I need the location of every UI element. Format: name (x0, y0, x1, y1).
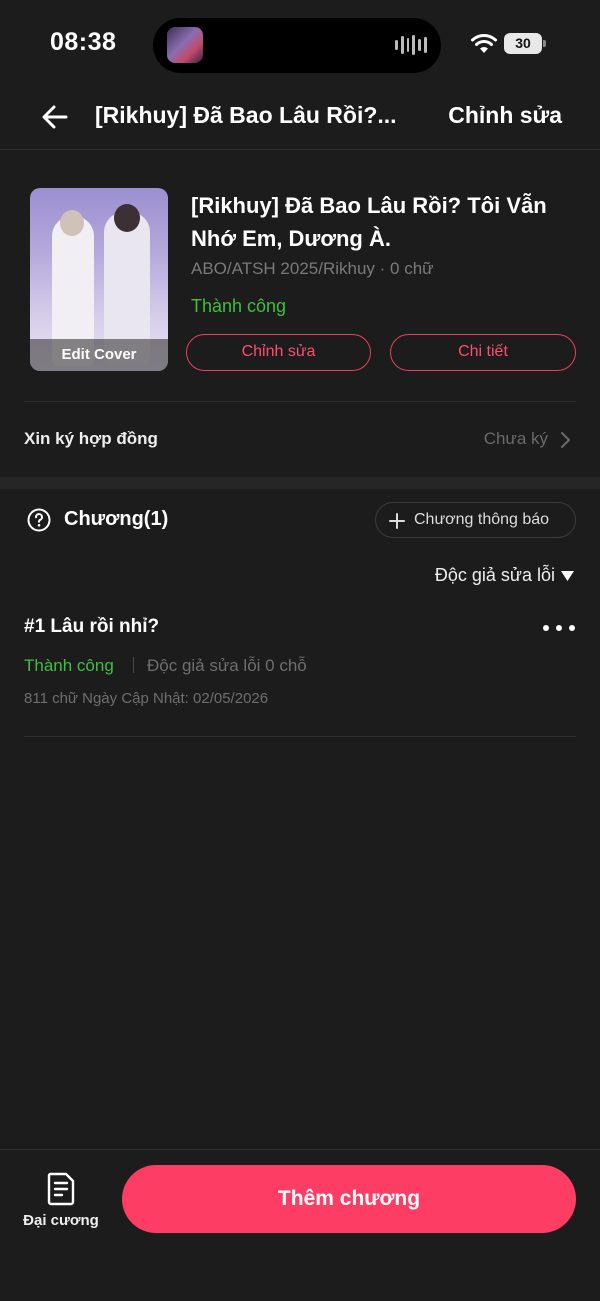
audio-wave-icon (395, 34, 427, 56)
caret-down-icon (561, 570, 574, 581)
battery-icon: 30 (504, 33, 542, 54)
now-playing-thumbnail (167, 27, 203, 63)
edit-nav-button[interactable]: Chỉnh sửa (448, 102, 562, 129)
cover-head-right (114, 204, 140, 232)
divider (24, 736, 576, 737)
section-separator (0, 477, 600, 489)
book-title: [Rikhuy] Đã Bao Lâu Rồi? Tôi Vẫn Nhớ Em,… (191, 193, 547, 251)
bottom-bar: Đại cương Thêm chương (0, 1149, 600, 1301)
contract-status: Chưa ký (483, 429, 548, 448)
more-icon[interactable] (542, 622, 576, 634)
chevron-right-icon (561, 432, 570, 448)
chapter-item[interactable]: #1 Lâu rồi nhỉ? Thành công Độc giả sửa l… (0, 604, 600, 736)
cover-head-left (60, 210, 84, 236)
contract-row[interactable]: Xin ký hợp đồng Chưa ký (0, 403, 600, 475)
back-arrow-icon[interactable] (40, 102, 70, 132)
page-title: [Rikhuy] Đã Bao Lâu Rồi?... (95, 102, 397, 128)
edit-book-button[interactable]: Chỉnh sửa (186, 334, 371, 371)
chapter-error-count: Độc giả sửa lỗi 0 chỗ (147, 656, 307, 675)
edit-cover-label[interactable]: Edit Cover (30, 339, 168, 371)
dynamic-island[interactable] (153, 18, 441, 73)
book-meta: ABO/ATSH 2025/Rikhuy · 0 chữ (191, 259, 434, 278)
chapter-status-separator (133, 657, 134, 673)
status-bar: 08:38 30 (0, 0, 600, 88)
document-icon (47, 1172, 75, 1206)
chapter-title: #1 Lâu rồi nhỉ? (24, 616, 160, 637)
announcement-chapter-label: Chương thông báo (414, 511, 550, 528)
book-status: Thành công (191, 296, 287, 316)
outline-button[interactable]: Đại cương (14, 1170, 108, 1240)
filter-label: Độc giả sửa lỗi (434, 565, 555, 585)
announcement-chapter-button[interactable]: Chương thông báo (375, 502, 576, 538)
reader-corrections-filter[interactable]: Độc giả sửa lỗi (435, 565, 574, 586)
outline-label: Đại cương (23, 1212, 99, 1229)
chapter-update-info: 811 chữ Ngày Cập Nhật: 02/05/2026 (24, 690, 269, 707)
plus-icon (389, 513, 405, 529)
chapter-status: Thành công (24, 656, 114, 675)
wifi-icon (471, 34, 497, 53)
contract-label: Xin ký hợp đồng (24, 429, 158, 448)
book-cover[interactable]: Edit Cover (30, 188, 168, 371)
add-chapter-button[interactable]: Thêm chương (122, 1165, 576, 1233)
nav-bar: [Rikhuy] Đã Bao Lâu Rồi?... Chỉnh sửa (0, 88, 600, 150)
status-time: 08:38 (50, 28, 117, 56)
help-icon[interactable] (27, 508, 51, 532)
book-detail-button[interactable]: Chi tiết (390, 334, 576, 371)
chapters-count-title: Chương(1) (64, 508, 169, 530)
divider (24, 401, 576, 402)
battery-nub (543, 40, 546, 47)
